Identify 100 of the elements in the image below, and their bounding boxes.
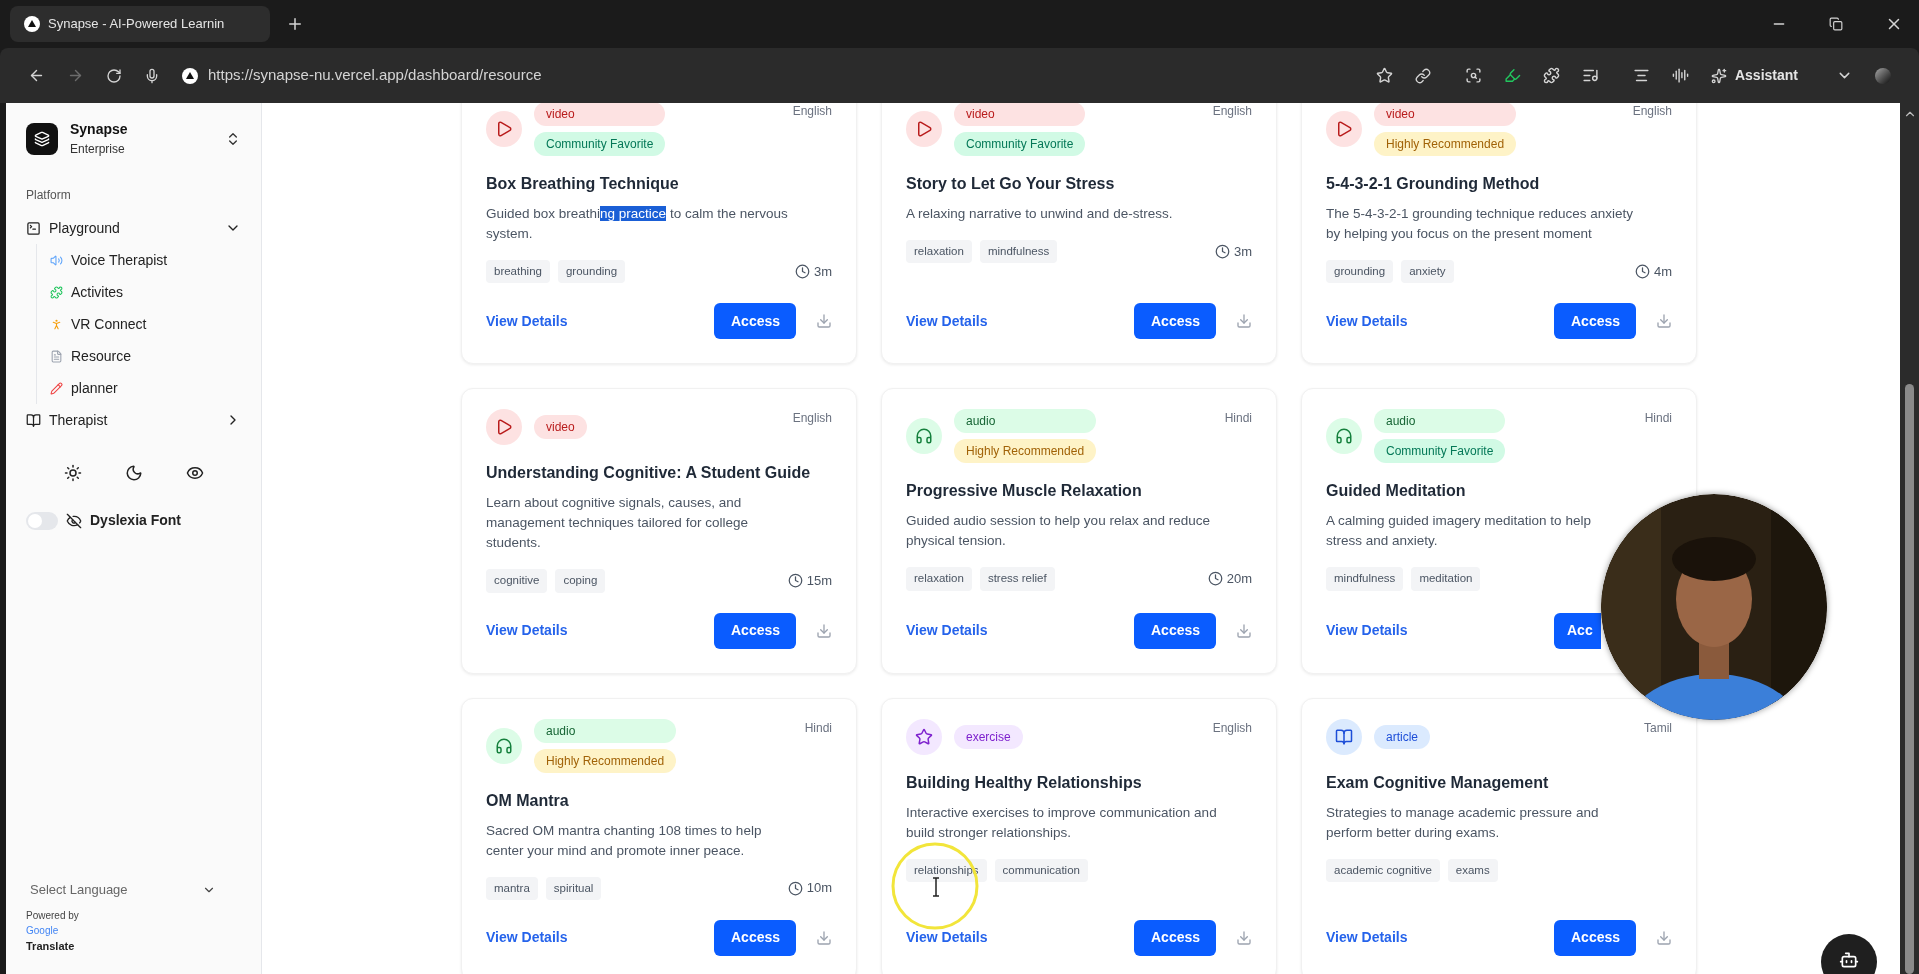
restore-icon[interactable] xyxy=(1829,17,1843,31)
new-tab-icon[interactable] xyxy=(286,15,304,33)
view-details-link[interactable]: View Details xyxy=(906,927,988,949)
audio-lines-icon[interactable] xyxy=(1671,67,1689,84)
forward-icon[interactable] xyxy=(67,67,84,84)
duration: 20m xyxy=(1226,570,1252,589)
nav-subitem[interactable]: Voice Therapist xyxy=(50,244,245,276)
section-label: Platform xyxy=(25,187,72,204)
play-icon xyxy=(1335,120,1353,138)
browser-tab[interactable]: Synapse - AI-Powered Learnin xyxy=(10,6,270,42)
access-button[interactable]: Access xyxy=(1134,303,1216,340)
clock-icon xyxy=(1207,571,1223,587)
duration: 3m xyxy=(813,262,832,281)
clock-icon xyxy=(1214,244,1230,260)
book-icon xyxy=(26,412,41,428)
bookmark-star-icon[interactable] xyxy=(1375,67,1393,84)
profile-avatar[interactable] xyxy=(1875,67,1891,84)
puzzle-icon[interactable] xyxy=(1542,67,1560,84)
scan-search-icon[interactable] xyxy=(1464,67,1482,84)
view-details-link[interactable]: View Details xyxy=(486,310,568,332)
tag: cognitive xyxy=(486,569,548,593)
type-badge: article xyxy=(1374,724,1430,749)
playlist-icon[interactable] xyxy=(1581,67,1599,84)
google-text: Google xyxy=(26,923,60,938)
dyslexia-label: Dyslexia Font xyxy=(90,511,182,530)
view-details-link[interactable]: View Details xyxy=(906,620,988,641)
eye-off-icon xyxy=(66,512,82,529)
microphone-icon[interactable] xyxy=(144,67,160,84)
org-plan: Enterprise xyxy=(70,141,126,158)
access-button[interactable]: Access xyxy=(714,303,796,340)
resource-title: Understanding Cognitive: A Student Guide xyxy=(486,463,812,484)
resource-title: Building Healthy Relationships xyxy=(906,772,1143,793)
tag: grounding xyxy=(557,260,626,284)
nav-item[interactable]: Therapist xyxy=(22,404,245,436)
type-badge: video xyxy=(954,103,1086,126)
language-label: English xyxy=(1212,719,1252,737)
book-icon xyxy=(1335,727,1353,746)
tag: mindfulness xyxy=(1326,567,1404,591)
recommendation-badge: Community Favorite xyxy=(534,132,666,156)
robot-icon xyxy=(1839,950,1859,970)
tag: anxiety xyxy=(1401,260,1454,284)
sun-icon[interactable] xyxy=(63,464,82,482)
duration: 15m xyxy=(806,572,832,591)
duration: 3m xyxy=(1233,242,1252,261)
tag: meditation xyxy=(1411,567,1481,591)
type-badge: video xyxy=(534,103,666,126)
document-icon xyxy=(50,349,63,363)
resource-title: Exam Cognitive Management xyxy=(1326,772,1550,793)
align-icon[interactable] xyxy=(1632,67,1650,84)
access-button[interactable]: Access xyxy=(714,919,796,956)
tag: mindfulness xyxy=(979,240,1058,264)
resource-title: Box Breathing Technique xyxy=(486,174,680,194)
access-button[interactable]: Access xyxy=(1554,919,1636,956)
assistant-button[interactable]: Assistant xyxy=(1710,65,1798,86)
view-details-link[interactable]: View Details xyxy=(906,310,988,332)
headphones-icon xyxy=(495,736,513,755)
translate-link[interactable]: Translate xyxy=(26,937,241,954)
scrollbar[interactable] xyxy=(1900,103,1919,974)
back-icon[interactable] xyxy=(28,67,45,84)
triangle-site-icon xyxy=(182,67,198,84)
access-button[interactable]: Acc xyxy=(1554,612,1601,649)
view-details-link[interactable]: View Details xyxy=(486,620,568,641)
language-select[interactable]: Select Language xyxy=(26,880,216,900)
nav-subitem[interactable]: Activites xyxy=(50,276,245,308)
play-icon xyxy=(495,418,513,437)
dyslexia-toggle[interactable] xyxy=(26,511,58,530)
headphones-icon xyxy=(915,427,933,446)
access-button[interactable]: Access xyxy=(1554,303,1636,340)
nav-subitem[interactable]: planner xyxy=(50,372,245,404)
person-icon xyxy=(50,317,63,331)
sparkles-icon xyxy=(1710,67,1727,84)
resource-description: A calming guided imagery meditation to help stress and anxiety. xyxy=(1326,512,1592,551)
nav-subitem[interactable]: VR Connect xyxy=(50,308,245,340)
view-details-link[interactable]: View Details xyxy=(1326,927,1408,949)
access-button[interactable]: Access xyxy=(1134,919,1216,956)
view-details-link[interactable]: View Details xyxy=(486,927,568,949)
link-icon[interactable] xyxy=(1414,67,1431,84)
address-bar[interactable]: https://synapse-nu.vercel.app/dashboard/resource xyxy=(182,64,1354,87)
moon-icon[interactable] xyxy=(124,464,143,482)
view-details-link[interactable]: View Details xyxy=(1326,310,1408,332)
pencil-icon xyxy=(50,381,63,395)
eye-icon[interactable] xyxy=(185,464,204,482)
resource-title: Progressive Muscle Relaxation xyxy=(906,481,1143,502)
tag: relaxation xyxy=(906,567,972,591)
reload-icon[interactable] xyxy=(106,67,122,84)
highlighter-icon[interactable] xyxy=(1503,67,1521,84)
terminal-icon xyxy=(26,220,41,236)
resource-description: A relaxing narrative to unwind and de-stress. xyxy=(906,205,1174,223)
view-details-link[interactable]: View Details xyxy=(1326,620,1408,641)
access-button[interactable]: Access xyxy=(1134,612,1216,649)
recommendation-badge: Community Favorite xyxy=(954,132,1086,156)
resource-description: Interactive exercises to improve communication and build stronger relationships. xyxy=(906,803,1218,842)
nav-item[interactable]: Playground xyxy=(22,212,245,244)
scrollbar-thumb[interactable] xyxy=(1905,384,1914,974)
nav-subitem[interactable]: Resource xyxy=(50,340,245,372)
access-button[interactable]: Access xyxy=(714,612,796,649)
powered-by-text: Powered by xyxy=(26,908,80,923)
tag: academic cognitive xyxy=(1326,858,1440,882)
tag: coping xyxy=(555,569,606,593)
tag: communication xyxy=(994,858,1088,882)
